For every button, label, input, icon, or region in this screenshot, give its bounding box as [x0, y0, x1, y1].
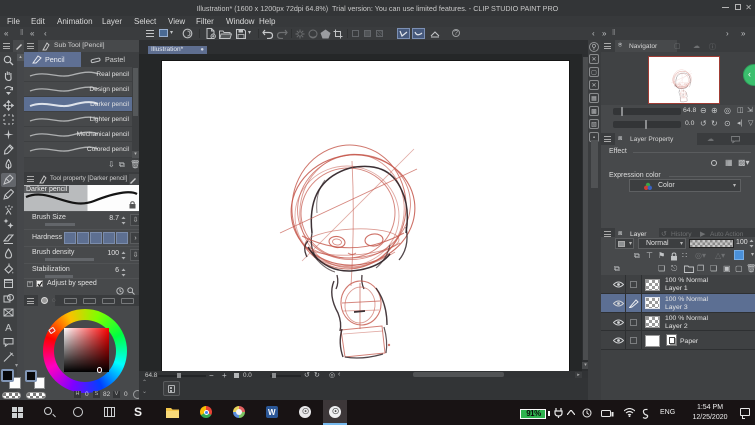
svg-text:A: A: [5, 323, 12, 333]
